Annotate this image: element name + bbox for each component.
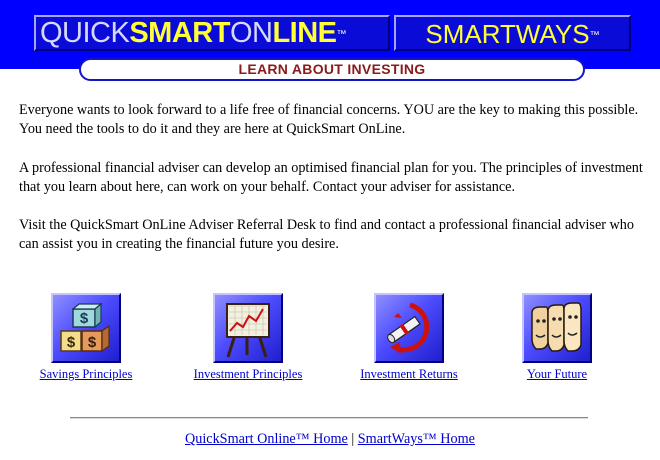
referral-paragraph: Visit the QuickSmart OnLine Adviser Refe… [19,217,634,252]
page-title-banner: LEARN ABOUT INVESTING [79,58,585,81]
investment-principles-link[interactable]: Investment Principles [168,367,328,381]
svg-text:$: $ [80,310,89,327]
money-bags-blocks-icon[interactable]: $ $ $ [51,293,121,363]
svg-text:$: $ [67,334,76,351]
intro-paragraph: Everyone wants to look forward to a life… [19,102,639,137]
smartways-home-link[interactable]: SmartWays™ Home [358,431,475,447]
nav-item-your-future: Your Future [477,293,637,381]
svg-text:$: $ [88,334,97,351]
logo-smart-text: SMART [129,17,230,49]
logo-on-text: ON [229,17,273,49]
chart-easel-icon[interactable] [213,293,283,363]
nav-item-investment-returns: Investment Returns [329,293,489,381]
nav-item-investment-principles: Investment Principles [168,293,328,381]
adviser-paragraph: A professional financial adviser can dev… [19,160,643,195]
logo-trademark: ™ [336,29,347,40]
returning-diploma-icon[interactable] [374,293,444,363]
your-future-link[interactable]: Your Future [477,367,637,381]
smartways-logo[interactable]: SMARTWAYS™ [394,15,631,51]
smartways-logo-text: SMARTWAYS [425,19,590,49]
savings-principles-link[interactable]: Savings Principles [6,367,166,381]
smartways-trademark: ™ [589,30,600,41]
nav-item-savings-principles: $ $ $ Savings Principles [6,293,166,381]
quicksmart-online-logo[interactable]: QUICKSMARTONLINE™ [34,15,390,51]
faces-icon[interactable] [522,293,592,363]
footer-separator: | [351,431,355,447]
logo-line-text: LINE [272,17,337,49]
footer-divider [70,417,588,419]
footer-links: QuickSmart Online™ Home | SmartWays™ Hom… [0,430,660,448]
quicksmart-home-link[interactable]: QuickSmart Online™ Home [185,431,348,447]
logo-quick-text: QUICK [40,17,130,49]
investment-returns-link[interactable]: Investment Returns [329,367,489,381]
